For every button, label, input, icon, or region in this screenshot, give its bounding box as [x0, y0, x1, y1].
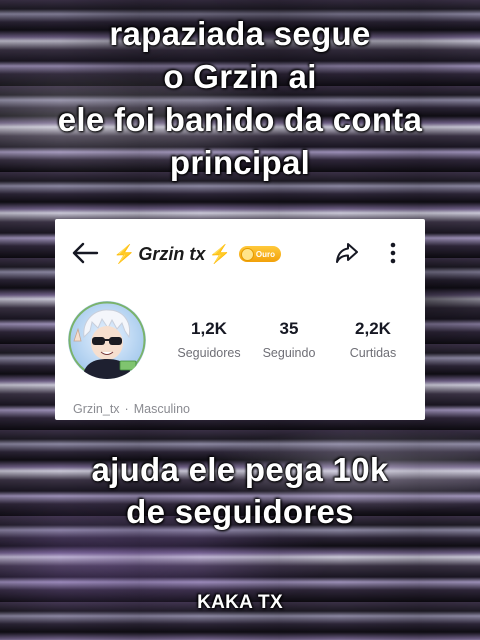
lightning-icon: ⚡ [113, 244, 136, 264]
level-badge: Ouro [238, 246, 281, 262]
gender: Masculino [133, 402, 190, 416]
caption-line: ajuda ele pega 10k [91, 451, 389, 488]
following-label: Seguindo [262, 346, 316, 360]
profile-bio: Grzin_tx · Masculino [73, 402, 190, 416]
profile-card: ⚡ Grzin tx ⚡ Ouro 1,2K Seguidores 35 Seg… [55, 219, 425, 420]
username: Grzin_tx [73, 402, 120, 416]
middle-caption: ajuda ele pega 10k de seguidores [0, 449, 480, 533]
following-stat[interactable]: 35 Seguindo [257, 319, 321, 360]
followers-count: 1,2K [191, 319, 227, 338]
likes-label: Curtidas [349, 346, 397, 360]
likes-count: 2,2K [355, 319, 391, 338]
caption-line: o Grzin ai [163, 58, 317, 95]
bio-separator: · [124, 402, 129, 416]
profile-title: ⚡ Grzin tx ⚡ Ouro [113, 241, 281, 267]
caption-line: principal [169, 144, 311, 181]
avatar[interactable] [68, 301, 146, 379]
watermark: KAKA TX [197, 592, 283, 613]
likes-stat[interactable]: 2,2K Curtidas [337, 319, 409, 360]
back-arrow-icon[interactable] [71, 241, 99, 265]
lightning-icon: ⚡ [208, 244, 231, 264]
caption-line: de seguidores [126, 493, 354, 530]
caption-line: ele foi banido da conta [57, 101, 423, 138]
coin-icon [240, 247, 254, 261]
followers-label: Seguidores [177, 346, 241, 360]
top-caption: rapaziada segue o Grzin ai ele foi banid… [0, 12, 480, 184]
caption-line: rapaziada segue [109, 15, 371, 52]
profile-name: Grzin tx [138, 243, 206, 264]
more-vertical-icon[interactable] [385, 240, 401, 266]
followers-stat[interactable]: 1,2K Seguidores [171, 319, 247, 360]
following-count: 35 [279, 319, 299, 338]
badge-label: Ouro [255, 249, 275, 259]
share-icon[interactable] [334, 240, 360, 266]
